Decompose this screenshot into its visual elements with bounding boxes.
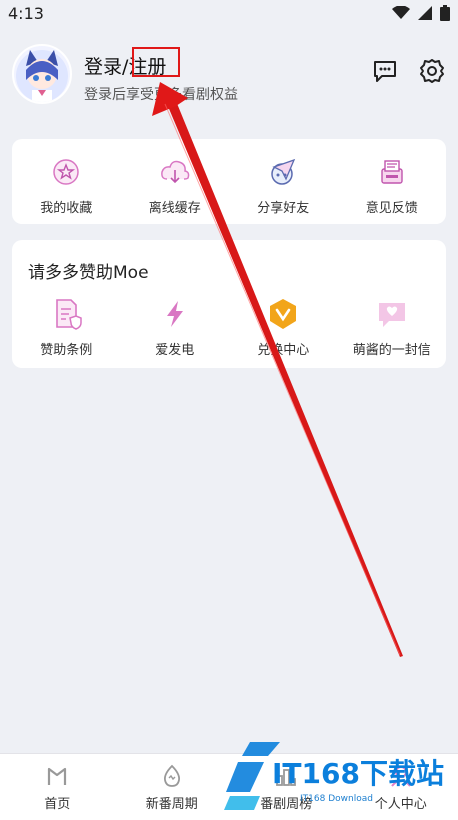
- wifi-icon: [392, 6, 410, 19]
- watermark-subtext: IT168 Download: [300, 794, 373, 804]
- settings-icon[interactable]: [419, 58, 445, 84]
- nav-home[interactable]: 首页: [7, 763, 107, 812]
- nav-new-season[interactable]: 新番周期: [122, 763, 222, 812]
- nav-label: 新番周期: [145, 796, 198, 812]
- home-icon: [48, 767, 67, 785]
- document-icon: [56, 299, 82, 330]
- sponsor-item-terms[interactable]: 赞助条例: [16, 297, 116, 358]
- highlight-box: [132, 47, 180, 77]
- avatar[interactable]: [12, 44, 72, 104]
- sponsor-card: 请多多赞助Moe 赞助条例 爱发电 兑换中心 萌酱的一封信: [12, 240, 446, 368]
- cloud-download-icon: [160, 160, 190, 184]
- badge-icon: [270, 299, 297, 329]
- sponsor-item-label: 赞助条例: [40, 343, 93, 358]
- favorite-icon: [53, 159, 79, 185]
- nav-label: 首页: [44, 796, 71, 812]
- quick-action-label: 离线缓存: [148, 201, 201, 216]
- status-bar: 4:13: [0, 0, 458, 26]
- quick-action-label: 分享好友: [257, 201, 310, 216]
- sponsor-item-afdian[interactable]: 爱发电: [125, 297, 225, 358]
- letter-icon: [378, 303, 405, 327]
- quick-action-offline-cache[interactable]: 离线缓存: [125, 155, 225, 216]
- sponsor-item-label: 萌酱的一封信: [352, 343, 431, 358]
- sponsor-title: 请多多赞助Moe: [28, 263, 149, 283]
- pointer-arrow: [152, 82, 403, 657]
- feedback-icon: [381, 160, 403, 184]
- watermark-brand: IT168下载站: [272, 757, 444, 790]
- battery-icon: [440, 5, 450, 21]
- share-icon: [271, 158, 296, 185]
- quick-action-label: 意见反馈: [365, 201, 418, 216]
- egg-icon: [163, 764, 180, 787]
- sponsor-item-label: 兑换中心: [257, 343, 310, 358]
- profile-header: 登录/注册 登录后享受更多看剧权益: [0, 40, 458, 110]
- sponsor-item-redeem-center[interactable]: 兑换中心: [233, 297, 333, 358]
- sponsor-item-label: 爱发电: [155, 343, 195, 358]
- quick-actions-card: 我的收藏 离线缓存 分享好友 意见反馈: [12, 139, 446, 224]
- quick-action-favorites[interactable]: 我的收藏: [16, 155, 116, 216]
- quick-action-feedback[interactable]: 意见反馈: [342, 155, 442, 216]
- quick-action-label: 我的收藏: [40, 201, 93, 216]
- lightning-icon: [166, 301, 183, 327]
- login-subtitle: 登录后享受更多看剧权益: [84, 87, 238, 103]
- quick-action-share[interactable]: 分享好友: [233, 155, 333, 216]
- status-time: 4:13: [8, 3, 44, 23]
- signal-icon: [418, 6, 432, 20]
- status-icons: [392, 5, 450, 21]
- message-icon[interactable]: [372, 58, 398, 84]
- sponsor-item-letter[interactable]: 萌酱的一封信: [342, 297, 442, 358]
